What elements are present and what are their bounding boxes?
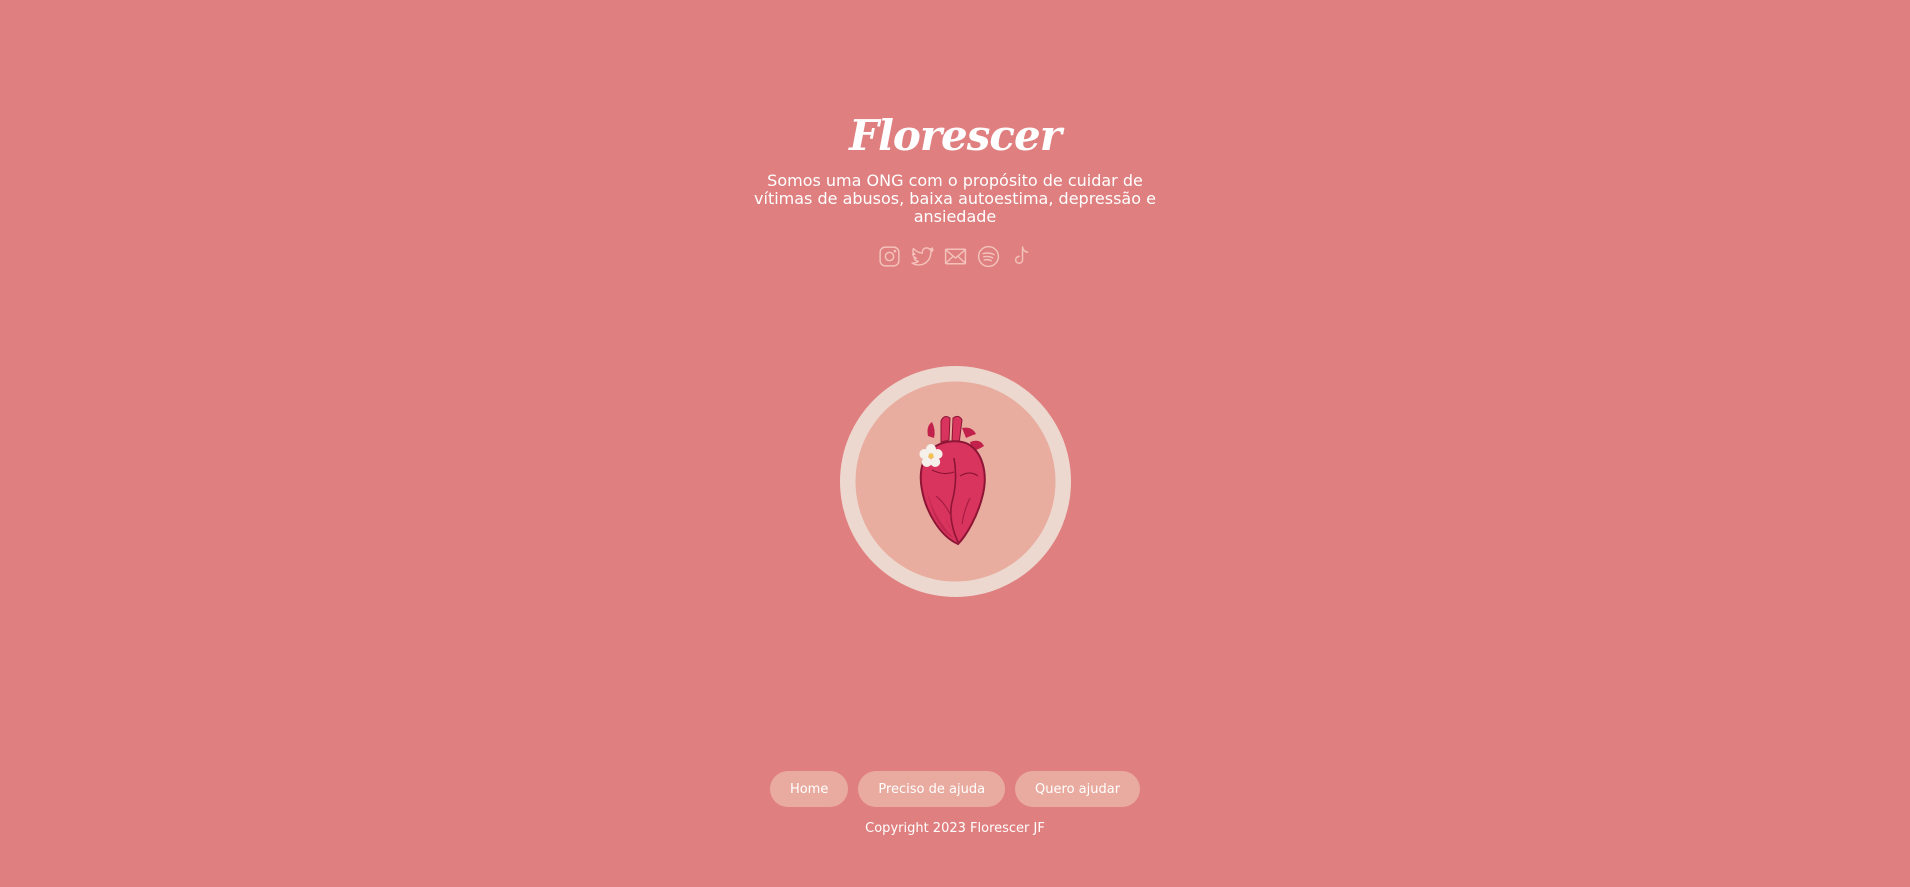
social-links: [0, 242, 1910, 270]
email-link[interactable]: [941, 242, 969, 270]
site-logo[interactable]: Florescer: [0, 105, 1910, 167]
header: Florescer Somos uma ONG com o propósito …: [0, 105, 1910, 270]
heart-emblem: [840, 366, 1071, 597]
main-nav: Home Preciso de ajuda Quero ajudar: [0, 771, 1910, 807]
twitter-icon: [910, 246, 934, 266]
tiktok-link[interactable]: [1007, 242, 1035, 270]
tagline: Somos uma ONG com o propósito de cuidar …: [754, 171, 1156, 226]
spotify-link[interactable]: [974, 242, 1002, 270]
twitter-link[interactable]: [908, 242, 936, 270]
tiktok-icon: [1014, 245, 1028, 264]
want-to-help-button[interactable]: Quero ajudar: [1015, 771, 1141, 807]
mail-icon: [944, 247, 966, 265]
spotify-icon: [977, 245, 999, 267]
instagram-link[interactable]: [875, 242, 903, 270]
need-help-button[interactable]: Preciso de ajuda: [858, 771, 1006, 807]
copyright-text: Copyright 2023 Florescer JF: [865, 821, 1045, 836]
anatomical-heart-icon: [840, 366, 1071, 597]
home-button[interactable]: Home: [769, 771, 849, 807]
instagram-icon: [878, 245, 900, 267]
